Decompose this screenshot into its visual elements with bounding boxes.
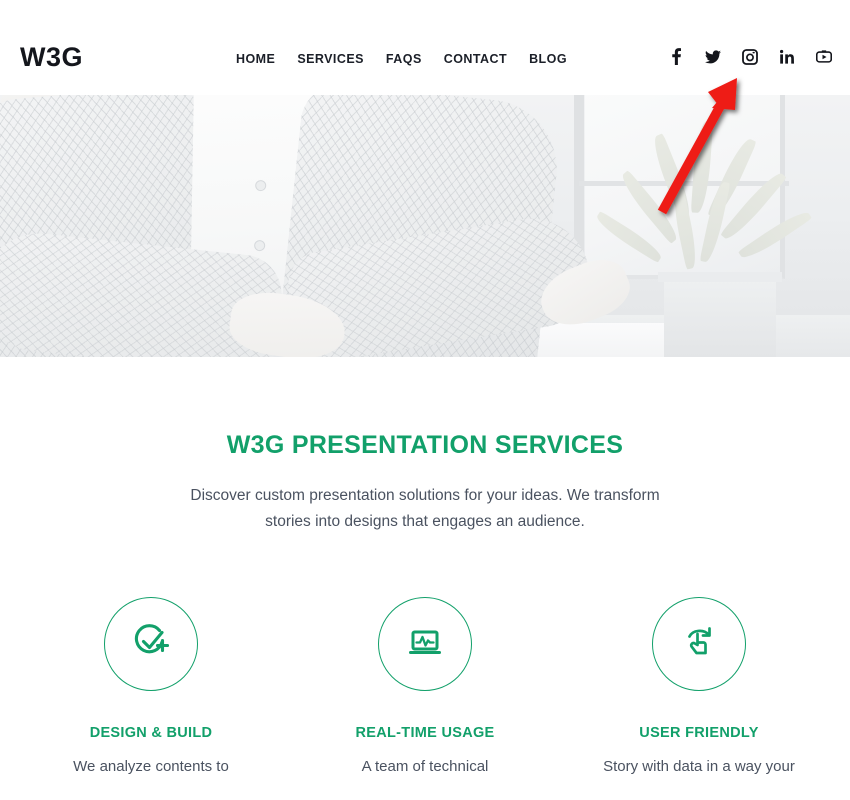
tap-gesture-icon (677, 620, 721, 669)
hero-photo (0, 95, 850, 357)
youtube-icon[interactable] (816, 48, 832, 65)
nav-item-blog[interactable]: BLOG (529, 52, 567, 66)
feature-real-time-usage[interactable]: REAL-TIME USAGE A team of technical (288, 597, 562, 778)
services-section: W3G PRESENTATION SERVICES Discover custo… (0, 357, 850, 779)
instagram-icon[interactable] (742, 48, 758, 65)
hero-plant (586, 119, 846, 357)
hero-banner (0, 95, 850, 357)
nav-item-home[interactable]: HOME (236, 52, 275, 66)
site-logo[interactable]: W3G (20, 44, 83, 71)
check-plus-icon (129, 620, 173, 669)
nav-item-services[interactable]: SERVICES (297, 52, 364, 66)
feature-user-friendly[interactable]: USER FRIENDLY Story with data in a way y… (562, 597, 836, 778)
feature-description: We analyze contents to (73, 758, 229, 776)
feature-icon-circle (104, 597, 198, 692)
features-list: DESIGN & BUILD We analyze contents to RE… (0, 597, 850, 778)
feature-title: REAL-TIME USAGE (355, 725, 495, 742)
hero-person (0, 95, 638, 357)
feature-description: A team of technical (361, 758, 489, 776)
linkedin-icon[interactable] (779, 48, 795, 65)
main-navigation: HOME SERVICES FAQS CONTACT BLOG (236, 52, 567, 66)
feature-design-build[interactable]: DESIGN & BUILD We analyze contents to (14, 597, 288, 778)
feature-title: DESIGN & BUILD (89, 725, 213, 742)
feature-title: USER FRIENDLY (639, 725, 759, 742)
facebook-icon[interactable] (668, 48, 684, 65)
laptop-chart-icon (403, 620, 447, 669)
page-root: W3G HOME SERVICES FAQS CONTACT BLOG W3G … (0, 0, 850, 800)
feature-icon-circle (652, 597, 746, 692)
nav-item-contact[interactable]: CONTACT (444, 52, 507, 66)
site-header: W3G HOME SERVICES FAQS CONTACT BLOG (0, 0, 850, 95)
social-links (668, 48, 832, 65)
page-title: W3G PRESENTATION SERVICES (226, 431, 624, 459)
feature-icon-circle (378, 597, 472, 692)
twitter-icon[interactable] (705, 48, 721, 65)
nav-item-faqs[interactable]: FAQS (386, 52, 422, 66)
feature-description: Story with data in a way your (603, 758, 795, 776)
section-subtitle: Discover custom presentation solutions f… (190, 487, 660, 531)
